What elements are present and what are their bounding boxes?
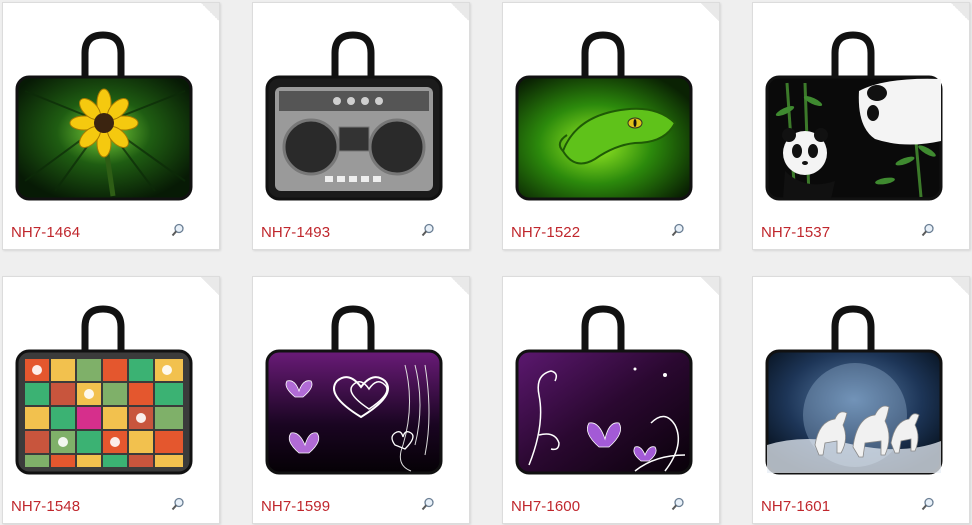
magnifier-icon[interactable] (921, 223, 935, 237)
product-card[interactable]: NH7-1464 (2, 2, 220, 250)
product-code-link[interactable]: NH7-1493 (261, 224, 330, 241)
page-curl (451, 277, 469, 295)
product-code-link[interactable]: NH7-1548 (11, 498, 80, 515)
page-curl (451, 3, 469, 21)
product-card[interactable]: NH7-1601 (752, 276, 970, 524)
page-curl (701, 277, 719, 295)
magnifier-icon[interactable] (421, 497, 435, 511)
product-code-link[interactable]: NH7-1464 (11, 224, 80, 241)
page-curl (951, 3, 969, 21)
page-curl (201, 3, 219, 21)
product-card[interactable]: NH7-1537 (752, 2, 970, 250)
product-image-tiles-bag[interactable] (15, 305, 193, 475)
magnifier-icon[interactable] (921, 497, 935, 511)
product-image-swirls-bag[interactable] (515, 305, 693, 475)
product-grid: NH7-1464 NH7-1493 NH7-1522 NH7-1537 NH7-… (0, 0, 972, 525)
product-card[interactable]: NH7-1548 (2, 276, 220, 524)
product-code-link[interactable]: NH7-1537 (761, 224, 830, 241)
product-image-sunflower-bag[interactable] (15, 31, 193, 201)
page-curl (201, 277, 219, 295)
page-curl (951, 277, 969, 295)
product-image-horses-bag[interactable] (765, 305, 943, 475)
product-image-boombox-bag[interactable] (265, 31, 443, 201)
product-code-link[interactable]: NH7-1600 (511, 498, 580, 515)
magnifier-icon[interactable] (671, 223, 685, 237)
product-code-link[interactable]: NH7-1599 (261, 498, 330, 515)
product-card[interactable]: NH7-1522 (502, 2, 720, 250)
magnifier-icon[interactable] (171, 223, 185, 237)
product-image-panda-bag[interactable] (765, 31, 943, 201)
magnifier-icon[interactable] (671, 497, 685, 511)
page-curl (701, 3, 719, 21)
product-code-link[interactable]: NH7-1522 (511, 224, 580, 241)
product-card[interactable]: NH7-1600 (502, 276, 720, 524)
product-card[interactable]: NH7-1493 (252, 2, 470, 250)
product-image-hearts-bag[interactable] (265, 305, 443, 475)
magnifier-icon[interactable] (171, 497, 185, 511)
product-image-snake-bag[interactable] (515, 31, 693, 201)
product-code-link[interactable]: NH7-1601 (761, 498, 830, 515)
product-card[interactable]: NH7-1599 (252, 276, 470, 524)
magnifier-icon[interactable] (421, 223, 435, 237)
